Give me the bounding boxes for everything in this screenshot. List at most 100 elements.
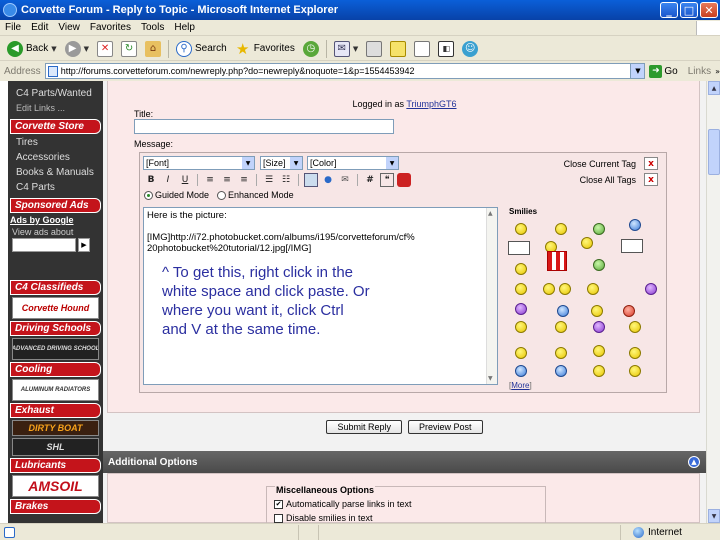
close-current-tag-button[interactable]: x — [644, 157, 658, 170]
sidebar-item-books-manuals[interactable]: Books & Manuals — [8, 166, 103, 181]
disable-smilies-option[interactable]: Disable smilies in text — [274, 513, 373, 523]
code-hash-button[interactable]: # — [363, 173, 377, 187]
username-link[interactable]: TriumphGT6 — [406, 99, 456, 109]
smilie-icon[interactable] — [515, 283, 527, 295]
page-scrollbar[interactable]: ▲ ▼ — [706, 81, 720, 523]
menu-favorites[interactable]: Favorites — [85, 22, 136, 33]
go-button[interactable]: ➜ Go — [649, 64, 678, 78]
smilie-icon[interactable] — [543, 283, 555, 295]
smilie-icon[interactable] — [515, 223, 527, 235]
chevron-right-icon[interactable]: » — [715, 67, 720, 76]
preview-post-button[interactable]: Preview Post — [408, 420, 483, 434]
menu-file[interactable]: File — [0, 22, 26, 33]
smilie-icon[interactable] — [555, 223, 567, 235]
research-button[interactable]: ◧ — [435, 38, 457, 60]
forward-button[interactable]: ▶ ▼ — [62, 38, 92, 60]
address-url[interactable]: http://forums.corvetteforum.com/newreply… — [61, 66, 628, 76]
driving-school-banner[interactable]: ADVANCED DRIVING SCHOOL — [12, 338, 99, 360]
sidebar-item-tires[interactable]: Tires — [8, 136, 103, 151]
chevron-down-icon[interactable]: ▼ — [630, 64, 645, 78]
color-select[interactable]: [Color] ▼ — [307, 156, 399, 170]
submit-reply-button[interactable]: Submit Reply — [326, 420, 402, 434]
smilie-icon[interactable] — [587, 283, 599, 295]
bullet-list-icon[interactable]: ☷ — [279, 173, 293, 187]
smilie-icon[interactable] — [593, 321, 605, 333]
search-button[interactable]: ⚲ Search — [173, 38, 230, 60]
history-button[interactable]: ◷ — [300, 38, 322, 60]
back-button[interactable]: ◀ Back ▼ — [4, 38, 60, 60]
message-textarea[interactable]: Here is the picture: [IMG]http://i72.pho… — [143, 207, 498, 385]
collapse-icon[interactable]: ▲ — [688, 456, 700, 468]
smilie-icon[interactable] — [593, 223, 605, 235]
sidebar-item-accessories[interactable]: Accessories — [8, 151, 103, 166]
amsoil-banner[interactable]: AMSOIL — [12, 475, 99, 497]
maximize-button[interactable]: □ — [680, 2, 698, 18]
sidebar-item-c4-parts[interactable]: C4 Parts — [8, 181, 103, 196]
scrollbar-thumb[interactable] — [708, 129, 720, 175]
refresh-button[interactable]: ↻ — [118, 38, 140, 60]
sidebar-item-c4-parts-wanted[interactable]: C4 Parts/Wanted — [8, 87, 103, 102]
font-select[interactable]: [Font] ▼ — [143, 156, 255, 170]
parse-links-option[interactable]: ✔ Automatically parse links in text — [274, 499, 412, 509]
additional-options-header[interactable]: Additional Options ▲ — [103, 451, 706, 473]
bold-button[interactable]: B — [144, 173, 158, 187]
dirty-boat-banner[interactable]: DIRTY BOAT — [12, 420, 99, 436]
edit-button[interactable] — [387, 38, 409, 60]
smilie-icon[interactable] — [515, 303, 527, 315]
align-right-icon[interactable]: ≡ — [237, 173, 251, 187]
smilie-icon[interactable] — [593, 365, 605, 377]
smilie-icon[interactable] — [557, 305, 569, 317]
smilie-icon[interactable] — [629, 365, 641, 377]
agree-sign-smilie-icon[interactable] — [508, 241, 530, 255]
smilie-icon[interactable] — [515, 321, 527, 333]
italic-button[interactable]: I — [161, 173, 175, 187]
insert-image-icon[interactable] — [304, 173, 318, 187]
smilie-icon[interactable] — [623, 305, 635, 317]
menu-help[interactable]: Help — [169, 22, 200, 33]
smilie-icon[interactable] — [581, 237, 593, 249]
checkbox-icon[interactable] — [274, 513, 283, 523]
checkbox-checked-icon[interactable]: ✔ — [274, 499, 283, 509]
smilie-icon[interactable] — [591, 305, 603, 317]
smilie-icon[interactable] — [515, 365, 527, 377]
stop-button[interactable]: ✕ — [94, 38, 116, 60]
quote-icon[interactable]: ❝ — [380, 173, 394, 187]
align-left-icon[interactable]: ≡ — [203, 173, 217, 187]
links-label[interactable]: Links — [688, 66, 711, 77]
menu-view[interactable]: View — [53, 22, 85, 33]
smilie-icon[interactable] — [515, 263, 527, 275]
smilie-icon[interactable] — [645, 283, 657, 295]
sidebar-edit-links[interactable]: Edit Links ... — [8, 102, 103, 117]
menu-edit[interactable]: Edit — [26, 22, 53, 33]
smilie-icon[interactable] — [515, 347, 527, 359]
spoiler-icon[interactable] — [397, 173, 411, 187]
smilie-icon[interactable] — [555, 347, 567, 359]
guided-mode-option[interactable]: Guided Mode — [144, 190, 209, 201]
ad-search-input[interactable] — [12, 238, 76, 252]
discuss-button[interactable] — [411, 38, 433, 60]
close-window-button[interactable]: ✕ — [700, 2, 718, 18]
smilie-icon[interactable] — [555, 365, 567, 377]
underline-button[interactable]: U — [178, 173, 192, 187]
address-input[interactable]: http://forums.corvetteforum.com/newreply… — [44, 63, 646, 79]
ads-by-google-link[interactable]: Ads by Google — [8, 215, 103, 225]
title-input[interactable] — [134, 119, 394, 134]
smilie-icon[interactable] — [629, 321, 641, 333]
size-select[interactable]: [Size] ▼ — [260, 156, 303, 170]
align-center-icon[interactable]: ≡ — [220, 173, 234, 187]
smilie-icon[interactable] — [555, 321, 567, 333]
favorites-button[interactable]: ★ Favorites — [232, 38, 298, 60]
home-button[interactable]: ⌂ — [142, 38, 164, 60]
close-all-tags-button[interactable]: x — [644, 173, 658, 186]
smilie-icon[interactable] — [629, 347, 641, 359]
smilie-icon[interactable] — [593, 259, 605, 271]
textarea-scrollbar[interactable] — [486, 208, 497, 384]
popcorn-smilie-icon[interactable] — [547, 251, 567, 271]
email-link-icon[interactable]: ✉ — [338, 173, 352, 187]
messenger-button[interactable]: ☺ — [459, 38, 481, 60]
more-smilies-link[interactable]: More — [511, 381, 529, 390]
print-button[interactable] — [363, 38, 385, 60]
ordered-list-icon[interactable]: ☰ — [262, 173, 276, 187]
scroll-down-icon[interactable]: ▼ — [708, 509, 720, 523]
scroll-up-icon[interactable]: ▲ — [708, 81, 720, 95]
